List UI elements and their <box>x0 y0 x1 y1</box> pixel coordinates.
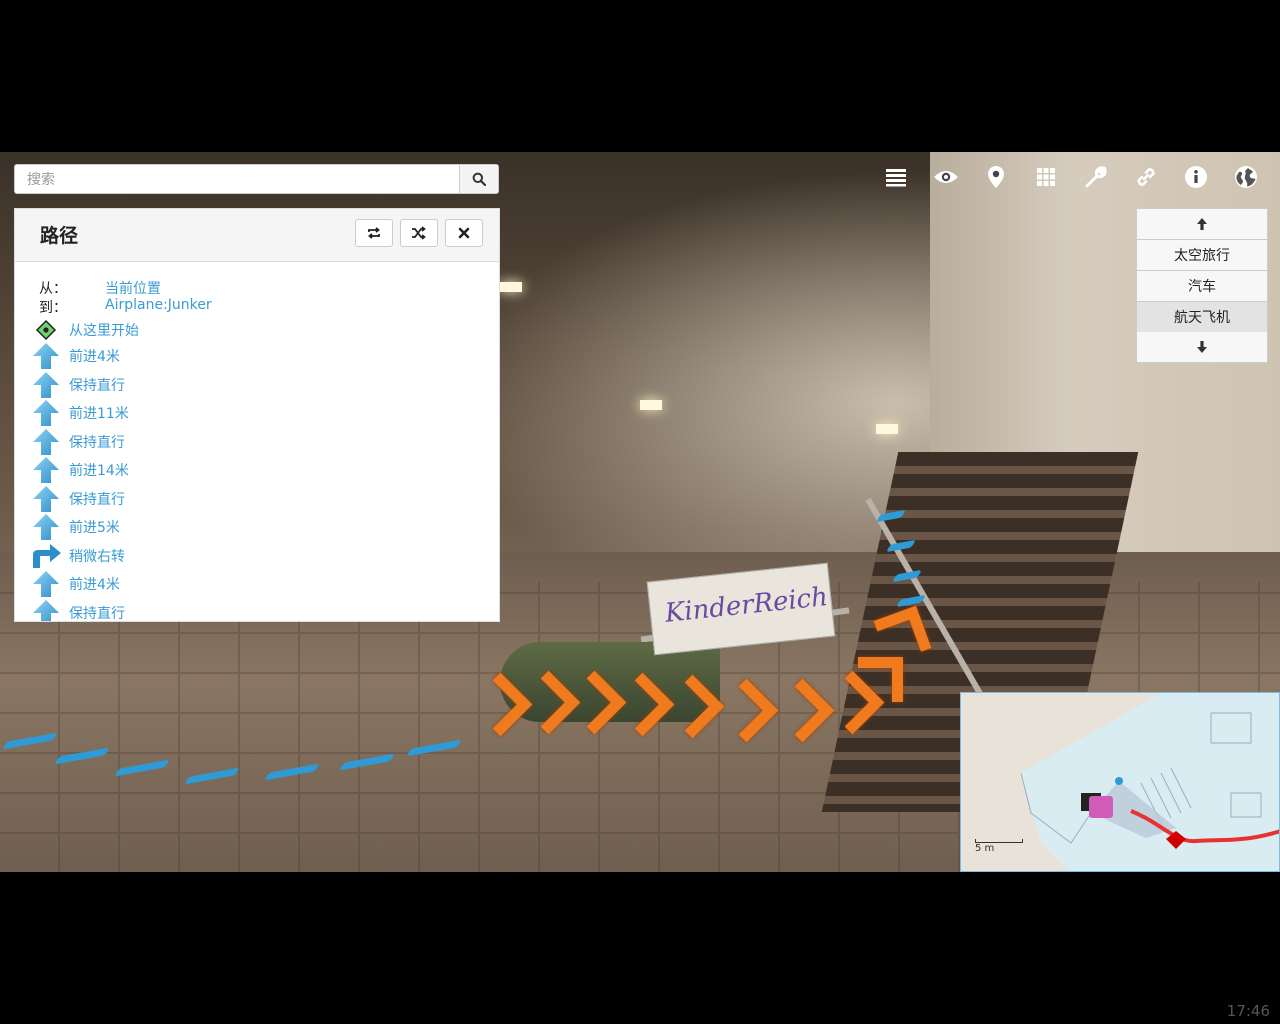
arrow-up-icon <box>29 485 63 512</box>
globe-button[interactable] <box>1232 164 1260 190</box>
category-scroll-up-button[interactable] <box>1137 209 1267 240</box>
route-step-text: 保持直行 <box>69 605 125 622</box>
arrow-up-icon <box>29 571 63 598</box>
arrow-down-icon <box>1197 341 1207 353</box>
from-label: 从： <box>39 281 67 297</box>
link-button[interactable] <box>1132 164 1160 190</box>
nav-chevron-orange[interactable] <box>858 657 903 702</box>
category-items: 太空旅行 汽车 航天飞机 <box>1137 240 1267 332</box>
list-button[interactable] <box>882 164 910 190</box>
viewer-toolbar <box>882 164 1260 190</box>
eye-icon <box>934 171 958 183</box>
turn-right-icon <box>29 543 63 569</box>
route-step[interactable]: 前进4米 <box>29 342 139 371</box>
arrow-up-icon <box>29 343 63 370</box>
route-step[interactable]: 前进4米 <box>29 570 139 599</box>
route-step-text: 前进4米 <box>69 349 120 366</box>
ceiling-lamp <box>500 282 522 292</box>
route-to-row: 到： Airplane:Junker <box>15 297 499 316</box>
search-bar <box>14 164 499 194</box>
route-step[interactable]: 保持直行 <box>29 485 139 514</box>
shuffle-route-button[interactable] <box>400 219 438 247</box>
view-button[interactable] <box>932 164 960 190</box>
wrench-icon <box>1085 166 1107 188</box>
route-title: 路径 <box>40 225 79 247</box>
theater-icon <box>1089 796 1113 818</box>
route-step-text: 前进14米 <box>69 463 129 480</box>
shuffle-icon <box>412 226 426 240</box>
route-step-text: 保持直行 <box>69 434 125 451</box>
arrow-up-icon <box>29 428 63 455</box>
route-body: 从： 当前位置 到： Airplane:Junker 从这里开始 前进4米 保持直行… <box>15 262 499 621</box>
route-steps-list: 从这里开始 前进4米 保持直行 前进11米 保持直行 前进14米 保持直行 前进5米 稍微右转前… <box>29 318 139 622</box>
route-step[interactable]: 前进5米 <box>29 513 139 542</box>
route-step-text: 前进4米 <box>69 577 120 594</box>
route-step-text: 保持直行 <box>69 491 125 508</box>
minimap[interactable]: 5 m <box>960 692 1280 872</box>
route-step[interactable]: 稍微右转 <box>29 542 139 571</box>
route-step[interactable]: 从这里开始 <box>29 318 139 342</box>
ceiling-lamp <box>876 424 898 434</box>
grid-button[interactable] <box>1032 164 1060 190</box>
category-list: 太空旅行 汽车 航天飞机 <box>1136 208 1268 363</box>
route-step-text: 稍微右转 <box>69 548 125 565</box>
tools-button[interactable] <box>1082 164 1110 190</box>
search-button[interactable] <box>459 165 498 193</box>
route-step-text: 前进11米 <box>69 406 129 423</box>
start-pin-icon <box>29 317 63 343</box>
arrow-up-icon <box>1197 218 1207 230</box>
search-input[interactable] <box>15 165 461 193</box>
arrow-up-icon <box>29 514 63 541</box>
route-panel-header: 路径 <box>15 209 499 262</box>
list-icon <box>886 169 906 187</box>
route-step[interactable]: 前进11米 <box>29 399 139 428</box>
route-step[interactable]: 前进14米 <box>29 456 139 485</box>
category-item[interactable]: 航天飞机 <box>1137 302 1267 332</box>
route-step-text: 从这里开始 <box>69 323 139 339</box>
route-panel: 路径 从： 当前位置 到： Airplane:Junker 从这里开始 前进4米… <box>14 208 500 622</box>
location-button[interactable] <box>982 164 1010 190</box>
close-route-button[interactable] <box>445 219 483 247</box>
arrow-up-icon <box>29 400 63 427</box>
route-step[interactable]: 保持直行 <box>29 428 139 457</box>
category-scroll-down-button[interactable] <box>1137 332 1267 362</box>
globe-icon <box>1235 166 1257 188</box>
arrow-up-icon <box>29 457 63 484</box>
search-icon <box>472 172 486 186</box>
arrow-up-icon <box>29 371 63 398</box>
grid-icon <box>1037 168 1055 186</box>
arrow-up-icon <box>29 599 63 621</box>
map-pin-icon <box>988 166 1004 188</box>
category-item[interactable]: 汽车 <box>1137 271 1267 302</box>
info-button[interactable] <box>1182 164 1210 190</box>
route-step[interactable]: 保持直行 <box>29 371 139 400</box>
from-value[interactable]: 当前位置 <box>105 278 161 298</box>
close-icon <box>458 227 470 239</box>
scale-label: 5 m <box>975 843 995 854</box>
route-step[interactable]: 保持直行 <box>29 599 139 622</box>
ceiling-lamp <box>640 400 662 410</box>
info-icon <box>1185 166 1207 188</box>
to-label: 到： <box>39 300 67 316</box>
category-item[interactable]: 太空旅行 <box>1137 240 1267 271</box>
link-icon <box>1137 168 1155 186</box>
reverse-route-button[interactable] <box>355 219 393 247</box>
clock: 17:46 <box>1226 1002 1270 1020</box>
to-value[interactable]: Airplane:Junker <box>105 297 212 313</box>
current-position-marker <box>1115 777 1123 785</box>
route-from-row: 从： 当前位置 <box>15 278 499 297</box>
route-step-text: 保持直行 <box>69 377 125 394</box>
minimap-floorplan <box>1020 693 1279 871</box>
repeat-icon <box>368 227 380 239</box>
banner-text: KinderReich <box>663 581 830 629</box>
route-step-text: 前进5米 <box>69 520 120 537</box>
